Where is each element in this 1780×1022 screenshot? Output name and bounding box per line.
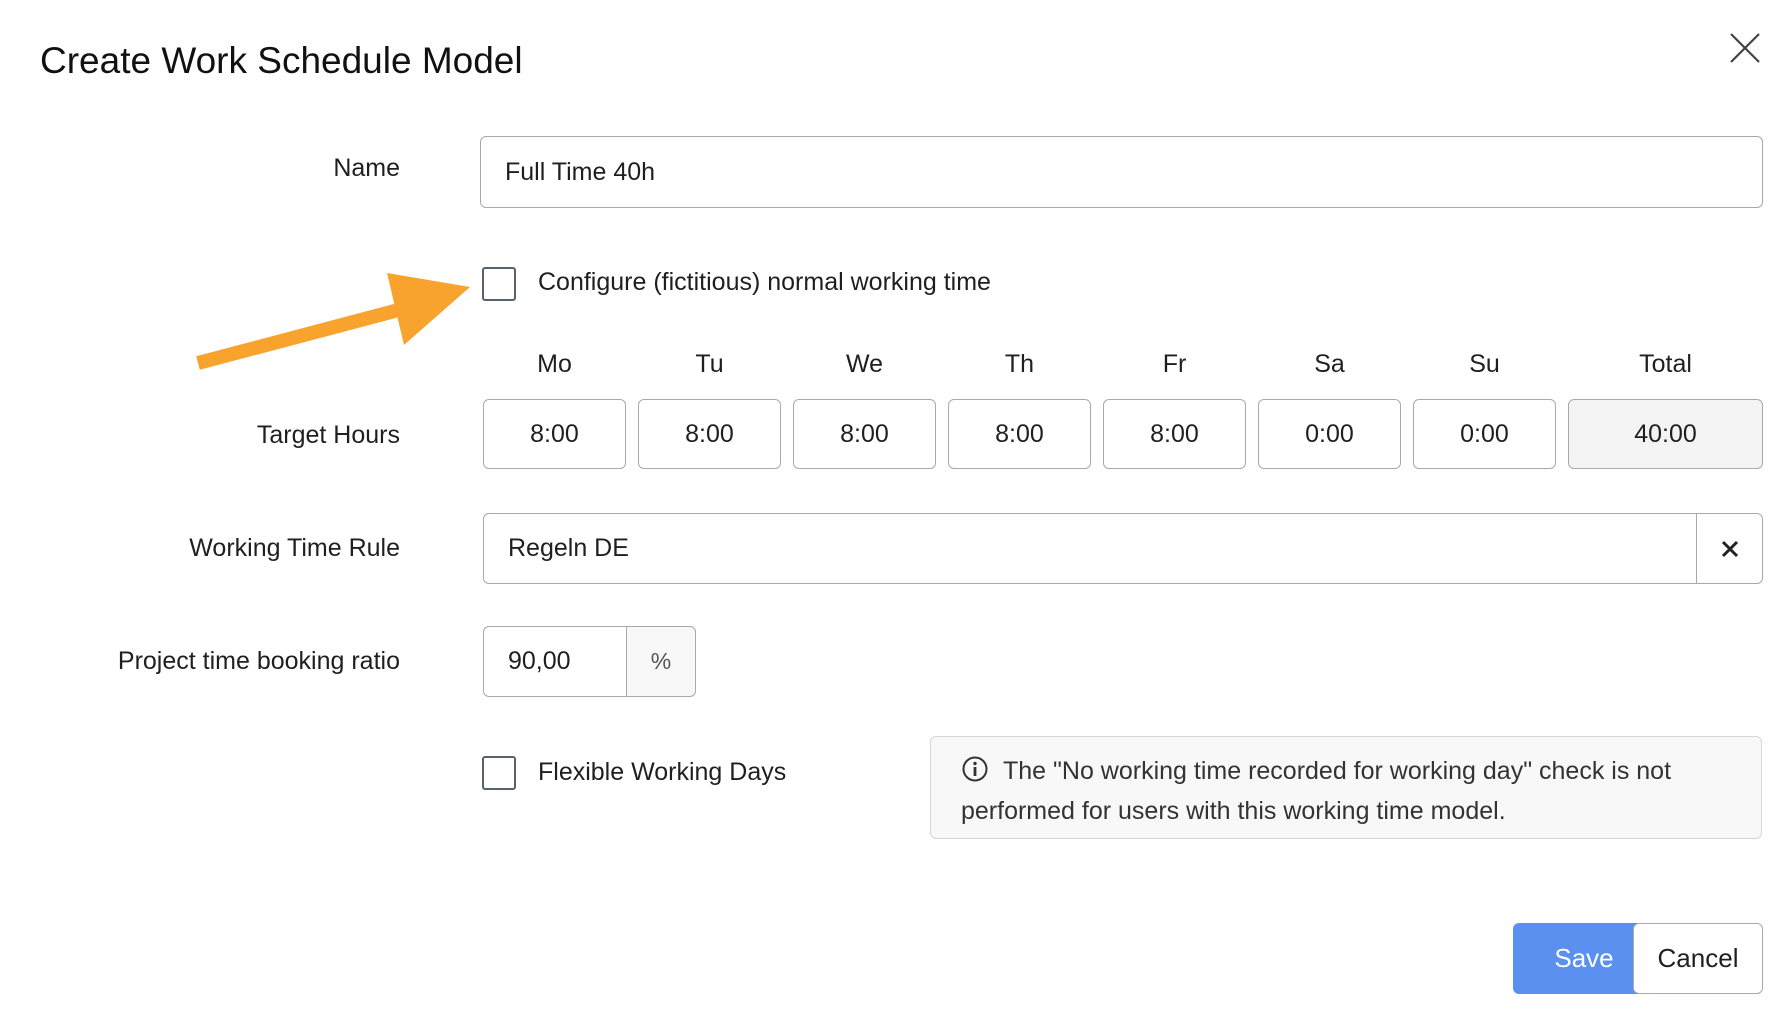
booking-ratio-value: 90,00 [508, 647, 571, 675]
target-hours-tu-input[interactable]: 8:00 [638, 399, 781, 469]
info-text: The "No working time recorded for workin… [961, 757, 1672, 825]
normal-working-time-label[interactable]: Configure (fictitious) normal working ti… [538, 268, 991, 297]
day-header-su: Su [1469, 350, 1500, 378]
working-time-rule-value: Regeln DE [508, 534, 629, 562]
clear-working-time-rule-button[interactable] [1696, 513, 1763, 584]
target-hours-mo-input[interactable]: 8:00 [483, 399, 626, 469]
dialog-title: Create Work Schedule Model [40, 40, 523, 81]
booking-ratio-label: Project time booking ratio [117, 647, 400, 675]
flexible-working-days-checkbox[interactable] [482, 756, 516, 790]
annotation-arrow-icon [196, 273, 470, 370]
name-input[interactable]: Full Time 40h [480, 136, 1763, 208]
close-button[interactable] [1725, 28, 1765, 68]
working-time-rule-select[interactable]: Regeln DE [483, 513, 1698, 584]
day-header-tu: Tu [695, 350, 724, 378]
name-input-value: Full Time 40h [505, 157, 656, 186]
normal-working-time-checkbox[interactable] [482, 267, 516, 301]
flexible-working-days-label[interactable]: Flexible Working Days [538, 758, 786, 787]
target-hours-su-input[interactable]: 0:00 [1413, 399, 1556, 469]
day-header-sa: Sa [1314, 350, 1345, 378]
close-icon [1730, 33, 1760, 63]
total-header: Total [1639, 350, 1692, 378]
target-hours-total: 40:00 [1568, 399, 1763, 469]
working-time-rule-label: Working Time Rule [189, 534, 400, 562]
target-hours-th-input[interactable]: 8:00 [948, 399, 1091, 469]
target-hours-label: Target Hours [256, 421, 400, 449]
target-hours-fr-input[interactable]: 8:00 [1103, 399, 1246, 469]
info-box: The "No working time recorded for workin… [930, 736, 1762, 839]
booking-ratio-input[interactable]: 90,00 [483, 626, 628, 697]
target-hours-we-input[interactable]: 8:00 [793, 399, 936, 469]
clear-x-icon [1721, 540, 1738, 557]
day-header-mo: Mo [537, 350, 572, 378]
day-header-th: Th [1004, 350, 1035, 378]
info-circle-icon [962, 756, 988, 782]
booking-ratio-unit: % [626, 626, 696, 697]
name-label: Name [333, 154, 400, 182]
day-header-we: We [845, 350, 884, 378]
day-header-fr: Fr [1162, 350, 1187, 378]
cancel-button[interactable]: Cancel [1633, 923, 1763, 994]
target-hours-sa-input[interactable]: 0:00 [1258, 399, 1401, 469]
